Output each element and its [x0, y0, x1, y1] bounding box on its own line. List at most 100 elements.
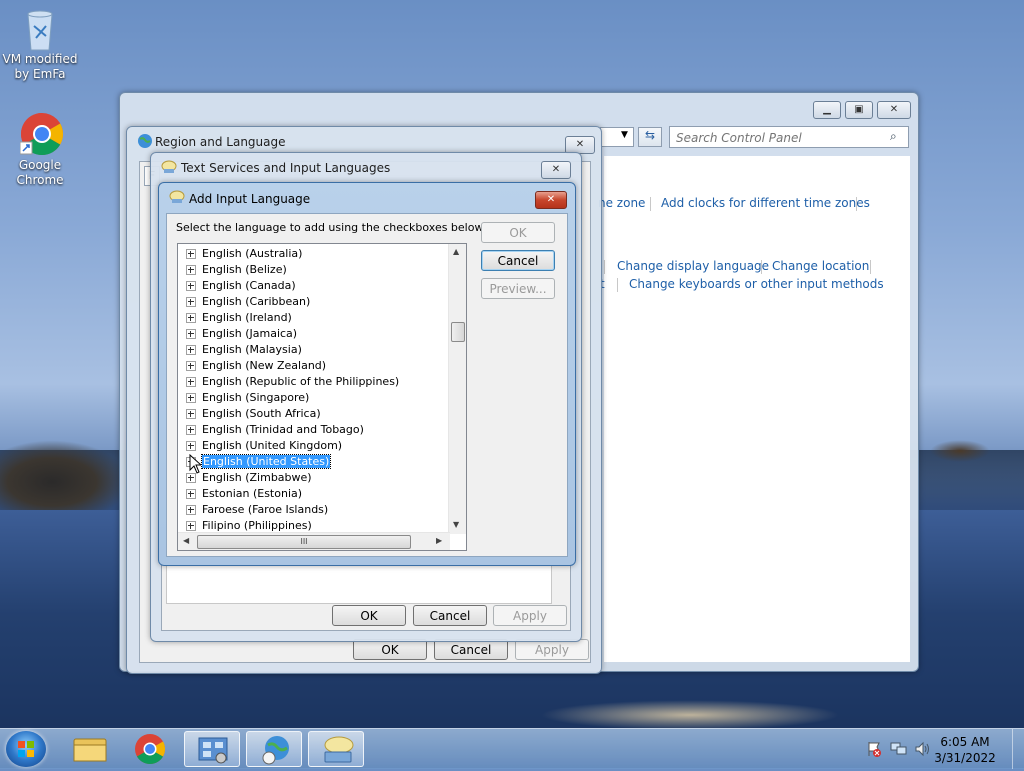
- ok-button[interactable]: OK: [353, 639, 427, 660]
- control-panel-icon: [198, 737, 228, 764]
- expand-icon[interactable]: [186, 505, 196, 515]
- cancel-button[interactable]: Cancel: [481, 250, 555, 271]
- tree-item[interactable]: English (Belize): [186, 262, 287, 278]
- chrome-icon: [19, 112, 64, 156]
- close-button[interactable]: ✕: [877, 101, 911, 119]
- tree-item[interactable]: English (Caribbean): [186, 294, 310, 310]
- window-title: Region and Language: [155, 135, 286, 149]
- tree-item[interactable]: English (Australia): [186, 246, 302, 262]
- keyboard-settings-icon: [169, 189, 185, 205]
- scrollbar-thumb[interactable]: III: [197, 535, 411, 549]
- link-separator: [856, 197, 857, 211]
- scroll-left-icon[interactable]: ◀: [183, 536, 189, 545]
- expand-icon[interactable]: [186, 281, 196, 291]
- expand-icon[interactable]: [186, 409, 196, 419]
- expand-icon[interactable]: [186, 425, 196, 435]
- expand-icon[interactable]: [186, 297, 196, 307]
- refresh-button[interactable]: ⇆: [638, 127, 662, 147]
- mouse-cursor-icon: [189, 453, 203, 477]
- tree-item[interactable]: English (Jamaica): [186, 326, 297, 342]
- tree-item[interactable]: English (South Africa): [186, 406, 321, 422]
- keyboard-icon: [324, 736, 354, 763]
- preview-button[interactable]: Preview...: [481, 278, 555, 299]
- time-zone-link[interactable]: ne zone: [598, 196, 645, 210]
- vertical-scrollbar[interactable]: ▲ ▼: [448, 244, 466, 534]
- tree-item[interactable]: English (Republic of the Philippines): [186, 374, 399, 390]
- expand-icon[interactable]: [186, 489, 196, 499]
- taskbar-chrome[interactable]: [122, 731, 178, 767]
- search-input[interactable]: [674, 129, 883, 147]
- change-display-language-link[interactable]: Change display language: [617, 259, 769, 273]
- expand-icon[interactable]: [186, 377, 196, 387]
- search-icon: ⌕: [890, 129, 897, 143]
- expand-icon[interactable]: [186, 345, 196, 355]
- expand-icon[interactable]: [186, 521, 196, 531]
- desktop-rocks: [0, 440, 130, 510]
- tree-item[interactable]: English (Trinidad and Tobago): [186, 422, 364, 438]
- maximize-button[interactable]: ▣: [845, 101, 873, 119]
- globe-icon: [137, 133, 153, 149]
- dialog-title: Add Input Language: [189, 192, 311, 206]
- close-button[interactable]: ✕: [541, 161, 571, 179]
- tree-item[interactable]: English (United Kingdom): [186, 438, 342, 454]
- cancel-button[interactable]: Cancel: [434, 639, 508, 660]
- desktop-icon-recycle-bin[interactable]: VM modified by EmFa: [0, 6, 80, 82]
- scrollbar-thumb[interactable]: [451, 322, 465, 342]
- tree-item[interactable]: Estonian (Estonia): [186, 486, 302, 502]
- close-button[interactable]: ✕: [535, 191, 567, 209]
- minimize-button[interactable]: ▁: [813, 101, 841, 119]
- scroll-down-icon[interactable]: ▼: [453, 520, 459, 529]
- expand-icon[interactable]: [186, 361, 196, 371]
- ok-button[interactable]: OK: [481, 222, 555, 243]
- add-clocks-link[interactable]: Add clocks for different time zones: [661, 196, 870, 210]
- search-control-panel-box[interactable]: ⌕: [669, 126, 909, 148]
- link-separator: [761, 260, 762, 274]
- taskbar-region-language[interactable]: [246, 731, 302, 767]
- expand-icon[interactable]: [186, 249, 196, 259]
- tree-item[interactable]: English (New Zealand): [186, 358, 326, 374]
- taskbar-explorer[interactable]: [62, 731, 118, 767]
- tree-item[interactable]: Faroese (Faroe Islands): [186, 502, 328, 518]
- tree-item[interactable]: English (Canada): [186, 278, 296, 294]
- keyboard-settings-icon: [161, 159, 177, 175]
- control-panel-content: [604, 156, 910, 662]
- clock-time: 6:05 AM: [940, 735, 990, 749]
- window-title: Text Services and Input Languages: [181, 161, 391, 175]
- expand-icon[interactable]: [186, 329, 196, 339]
- desktop-icon-google-chrome[interactable]: Google Chrome: [0, 112, 80, 188]
- link-separator: [604, 260, 605, 274]
- apply-button[interactable]: Apply: [493, 605, 567, 626]
- tree-item[interactable]: English (Malaysia): [186, 342, 302, 358]
- taskbar-text-services[interactable]: [308, 731, 364, 767]
- tree-item[interactable]: English (Singapore): [186, 390, 309, 406]
- tree-item[interactable]: English (Ireland): [186, 310, 292, 326]
- tree-item-selected[interactable]: English (United States): [186, 454, 332, 470]
- expand-icon[interactable]: [186, 313, 196, 323]
- taskbar: 6:05 AM 3/31/2022: [0, 728, 1024, 769]
- link-separator: [617, 278, 618, 292]
- horizontal-scrollbar[interactable]: ◀ III ▶: [178, 532, 450, 550]
- chevron-down-icon: ▼: [621, 130, 628, 140]
- windows-logo-icon: [18, 741, 34, 757]
- cancel-button[interactable]: Cancel: [413, 605, 487, 626]
- expand-icon[interactable]: [186, 441, 196, 451]
- expand-icon[interactable]: [186, 393, 196, 403]
- language-tree[interactable]: English (Australia) English (Belize) Eng…: [177, 243, 467, 551]
- address-dropdown[interactable]: ▼: [600, 127, 634, 147]
- show-desktop-button[interactable]: [1012, 729, 1024, 769]
- scroll-up-icon[interactable]: ▲: [453, 247, 459, 256]
- scroll-right-icon[interactable]: ▶: [436, 536, 442, 545]
- start-button[interactable]: [6, 731, 46, 767]
- ok-button[interactable]: OK: [332, 605, 406, 626]
- expand-icon[interactable]: [186, 265, 196, 275]
- network-icon[interactable]: [890, 741, 908, 760]
- desktop-icon-label: VM modified: [2, 52, 78, 66]
- tree-item[interactable]: English (Zimbabwe): [186, 470, 312, 486]
- change-keyboards-link[interactable]: Change keyboards or other input methods: [629, 277, 884, 291]
- change-location-link[interactable]: Change location: [772, 259, 869, 273]
- clock[interactable]: 6:05 AM 3/31/2022: [930, 734, 1000, 766]
- apply-button[interactable]: Apply: [515, 639, 589, 660]
- action-center-icon[interactable]: [866, 741, 882, 760]
- globe-clock-icon: [262, 736, 289, 765]
- taskbar-control-panel[interactable]: [184, 731, 240, 767]
